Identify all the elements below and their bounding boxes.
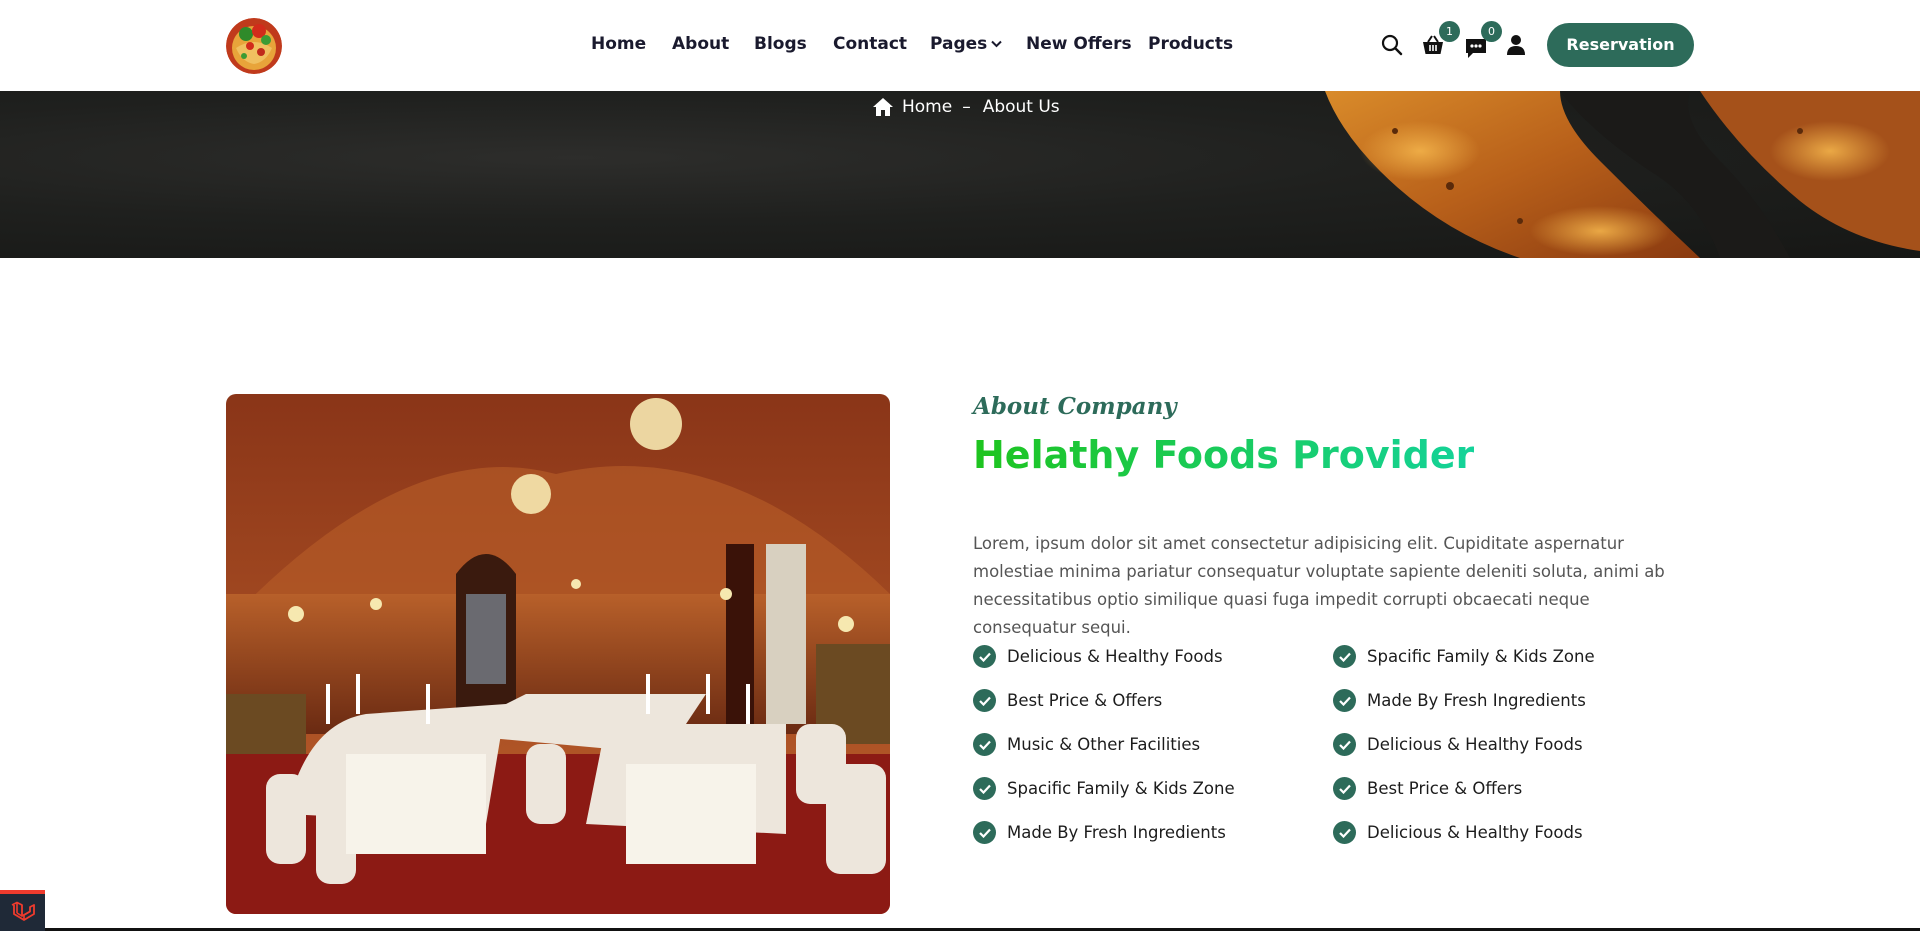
nav-contact-label: Contact — [833, 34, 908, 54]
nav-blogs-label: Blogs — [754, 34, 807, 54]
nav-about[interactable]: About — [672, 34, 729, 54]
feature-label: Best Price & Offers — [1007, 691, 1163, 710]
nav-blogs[interactable]: Blogs — [754, 34, 807, 54]
nav-products[interactable]: Products — [1148, 34, 1233, 54]
feature-label: Spacific Family & Kids Zone — [1007, 779, 1235, 798]
laravel-icon — [11, 901, 35, 921]
nav-new-offers-label: New Offers — [1026, 34, 1132, 54]
search-button[interactable] — [1380, 33, 1404, 57]
check-icon — [1333, 821, 1356, 844]
feature-item: Spacific Family & Kids Zone — [973, 777, 1235, 800]
account-button[interactable] — [1504, 33, 1528, 57]
feature-label: Spacific Family & Kids Zone — [1367, 647, 1595, 666]
nav-about-label: About — [672, 34, 730, 54]
reservation-button[interactable]: Reservation — [1547, 23, 1694, 67]
feature-item: Delicious & Healthy Foods — [1333, 821, 1583, 844]
breadcrumb-home-link[interactable]: Home — [902, 97, 952, 117]
check-icon — [1333, 689, 1356, 712]
search-icon — [1381, 34, 1403, 56]
section-description: Lorem, ipsum dolor sit amet consectetur … — [973, 534, 1665, 637]
section-subtitle: About Company — [973, 393, 1177, 420]
feature-label: Delicious & Healthy Foods — [1367, 735, 1583, 754]
check-icon — [973, 689, 996, 712]
feature-item: Delicious & Healthy Foods — [1333, 733, 1583, 756]
check-icon — [973, 733, 996, 756]
message-count-badge: 0 — [1481, 21, 1502, 42]
food-plate-logo-icon — [226, 18, 282, 74]
nav-home[interactable]: Home — [591, 34, 646, 54]
site-header: Home About Blogs Contact Pages New Offer… — [0, 0, 1920, 91]
feature-item: Spacific Family & Kids Zone — [1333, 645, 1595, 668]
check-icon — [1333, 777, 1356, 800]
feature-label: Made By Fresh Ingredients — [1007, 823, 1226, 842]
banquet-hall-image — [226, 394, 890, 914]
site-logo[interactable] — [226, 18, 282, 74]
nav-home-label: Home — [591, 34, 647, 54]
check-icon — [973, 821, 996, 844]
nav-pages[interactable]: Pages — [930, 34, 1003, 54]
feature-label: Best Price & Offers — [1367, 779, 1523, 798]
nav-pages-label: Pages — [930, 34, 988, 54]
breadcrumb-separator: – — [962, 97, 971, 117]
section-title: Helathy Foods Provider — [973, 433, 1475, 477]
feature-label: Delicious & Healthy Foods — [1007, 647, 1223, 666]
home-icon — [873, 98, 893, 116]
feature-item: Made By Fresh Ingredients — [1333, 689, 1586, 712]
breadcrumb-current: About Us — [982, 97, 1060, 117]
user-icon — [1507, 35, 1525, 55]
restaurant-hall-photo — [226, 394, 890, 914]
check-icon — [1333, 645, 1356, 668]
nav-products-label: Products — [1148, 34, 1234, 54]
feature-label: Music & Other Facilities — [1007, 735, 1201, 754]
feature-item: Made By Fresh Ingredients — [973, 821, 1226, 844]
feature-item: Best Price & Offers — [973, 689, 1162, 712]
feature-item: Delicious & Healthy Foods — [973, 645, 1223, 668]
chevron-down-icon — [991, 40, 1003, 48]
check-icon — [973, 645, 996, 668]
laravel-debug-badge[interactable] — [0, 890, 45, 931]
cart-count-badge: 1 — [1439, 21, 1460, 42]
feature-item: Best Price & Offers — [1333, 777, 1522, 800]
check-icon — [973, 777, 996, 800]
feature-item: Music & Other Facilities — [973, 733, 1200, 756]
nav-contact[interactable]: Contact — [833, 34, 907, 54]
nav-new-offers[interactable]: New Offers — [1026, 34, 1132, 54]
feature-label: Delicious & Healthy Foods — [1367, 823, 1583, 842]
page-banner: Home – About Us — [0, 91, 1920, 258]
breadcrumb: Home – About Us — [872, 95, 1060, 119]
feature-label: Made By Fresh Ingredients — [1367, 691, 1586, 710]
check-icon — [1333, 733, 1356, 756]
